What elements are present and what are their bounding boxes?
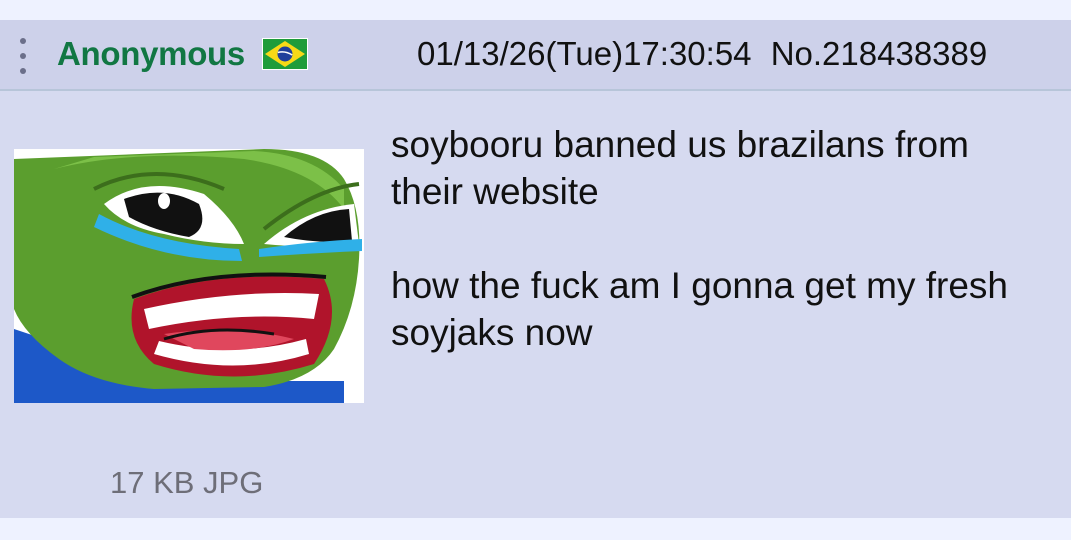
- poster-name: Anonymous: [57, 35, 245, 72]
- post-number-link[interactable]: No.218438389: [771, 35, 988, 72]
- post-thumbnail-image[interactable]: [14, 149, 364, 403]
- brazil-flag-icon: [262, 38, 308, 70]
- comment-paragraph: soybooru banned us brazilans from their …: [391, 124, 969, 212]
- crying-angry-pepe-image: [14, 149, 364, 403]
- thread-page: Anonymous 01/13/26(Tue)17:30:54 No.21843…: [0, 0, 1071, 540]
- post-datetime: 01/13/26(Tue)17:30:54: [417, 35, 752, 72]
- post-comment: soybooru banned us brazilans from their …: [391, 121, 1051, 356]
- post-header: Anonymous 01/13/26(Tue)17:30:54 No.21843…: [0, 20, 1071, 91]
- comment-paragraph: how the fuck am I gonna get my fresh soy…: [391, 265, 1008, 353]
- post-meta: 01/13/26(Tue)17:30:54 No.218438389: [417, 34, 987, 74]
- reply-post: Anonymous 01/13/26(Tue)17:30:54 No.21843…: [0, 20, 1071, 518]
- post-menu-icon[interactable]: [14, 38, 32, 74]
- file-info: 17 KB JPG: [110, 465, 264, 500]
